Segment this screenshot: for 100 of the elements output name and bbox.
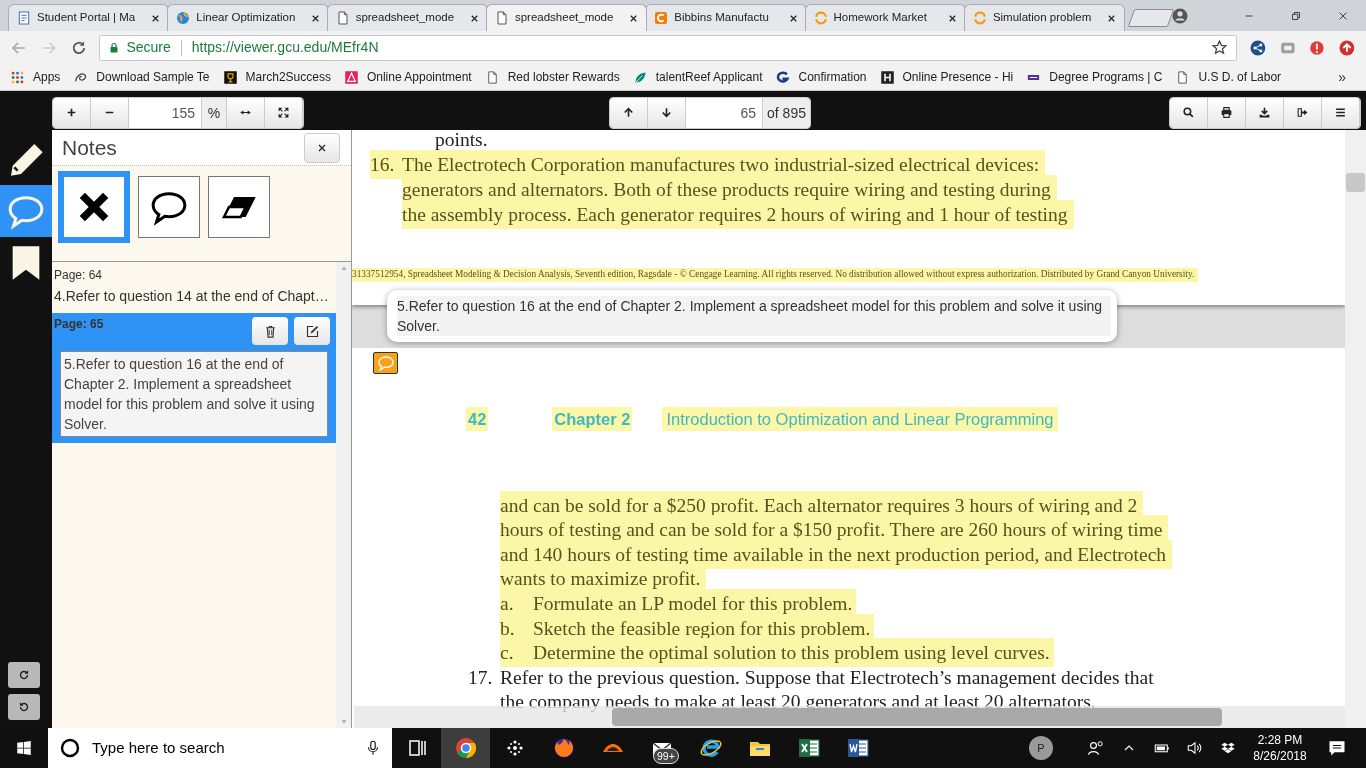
down-arrow-icon [660,106,673,119]
chapter-title: Introduction to Optimization and Linear Programming [662,406,1058,432]
tool-button[interactable] [208,176,270,238]
triangle-icon [343,69,359,85]
clock-time[interactable]: 2:28 PM [1257,732,1303,748]
bookmark-link[interactable]: Online Appointment [366,68,472,86]
scrollbar[interactable] [1345,130,1366,728]
exit-icon [1296,106,1309,119]
spreadsheet-icon [796,736,821,760]
page-count: of 895 [762,97,810,128]
star-icon[interactable] [1210,39,1228,56]
bookmark-link[interactable]: talentReef Applicant [655,68,763,86]
clock-date[interactable]: 8/26/2018 [1253,748,1307,764]
globe-icon [175,10,192,26]
search-icon [1182,106,1195,119]
fullscreen-icon [277,106,290,119]
tab-title: Bibbins Manufactu [674,10,769,26]
undo-button[interactable] [8,694,40,720]
tool-button[interactable] [138,176,200,238]
trophy-icon [222,69,238,85]
plus-icon [65,106,78,119]
tool-button[interactable] [58,171,130,243]
edit-button[interactable] [294,317,330,345]
user-avatar[interactable]: P [1029,736,1053,760]
volume-icon[interactable] [1185,739,1204,757]
bookmark-link[interactable]: Apps [33,68,61,86]
c-logo-icon [653,10,670,26]
tab-title: Simulation problem [992,10,1092,26]
delete-button[interactable] [252,317,288,345]
note-item[interactable]: Page: 65 5.Refer to question 16 at the end of Chapter 2. Implement a spreadsheet model for this problem and solve it using Solver. [52,313,336,443]
tab-title: spreadsheet_mode [514,10,614,26]
browser-tab[interactable]: spreadsheet_mode [326,4,488,31]
undo-icon [17,700,31,714]
comment-marker[interactable] [373,352,398,374]
address-field[interactable]: Secure https://viewer.gcu.edu/MEfr4N [99,34,1237,61]
tab-title: spreadsheet_mode [355,10,455,26]
text-line: the company needs to make at least 20 generators and at least 20 alternators. [500,690,1097,715]
page-field[interactable]: 65 [686,97,762,128]
document-icon [845,736,870,760]
browser-tab[interactable]: Bibbins Manufactu [645,4,807,31]
bookmark-link[interactable]: March2Success [245,68,331,86]
text-line: Refer to the previous question. Suppose that Electrotech’s management decides that [500,665,1155,690]
search-circle-icon [58,736,82,760]
fullscreen-button[interactable] [265,97,303,128]
menu-button[interactable] [1322,97,1360,128]
taskbar-app[interactable]: 99+ [637,728,686,768]
zoom-unit: % [201,97,227,128]
print-button[interactable] [1208,97,1246,128]
bookmark-link[interactable]: Confirmation [798,68,867,86]
redo-button[interactable] [8,662,40,688]
profile-icon[interactable] [1171,6,1189,25]
notification-icon[interactable] [1327,738,1347,758]
download-button[interactable] [1246,97,1284,128]
browser-tab[interactable]: Homework Market [804,4,966,31]
tab-title: Student Portal | Ma [37,10,136,26]
dropbox-icon[interactable] [1219,740,1236,756]
arcs-icon [971,10,988,26]
page-label: Page: 65 [54,316,104,333]
browser-tab[interactable]: Student Portal | Ma [8,4,170,31]
up-arrow-icon [622,106,635,119]
chrome-icon [453,736,478,760]
text-line: points. [435,130,489,152]
bookmark-link[interactable]: Download Sample Te [96,68,210,86]
search-button[interactable] [1170,97,1208,128]
secure-label: Secure [126,38,171,57]
browser-tab[interactable]: Linear Optimization [167,4,329,31]
bookmark-link[interactable]: Red lobster Rewards [507,68,620,86]
close-button[interactable] [304,132,340,163]
bookmark-link[interactable]: Online Presence - Hi [902,68,1014,86]
browser-tab[interactable]: spreadsheet_mode [485,4,648,31]
down-button[interactable] [648,97,686,128]
new-tab-button[interactable] [1127,9,1175,27]
page-label: Page: 64 [54,267,103,284]
chapter-label: Chapter 2 [552,406,633,432]
question-number: 16. [370,149,402,180]
url-text: https://viewer.gcu.edu/MEfr4N [191,38,380,57]
lock-icon [108,41,121,54]
taskbar-app[interactable] [441,728,490,768]
upload-icon[interactable] [1338,38,1356,57]
up-button[interactable] [610,97,648,128]
note-item[interactable]: Page: 64 4.Refer to question 14 at the end of Chapt… [52,264,336,313]
bookmark-link[interactable]: U.S D. of Labor [1198,68,1282,86]
redo-icon [17,668,31,682]
share-icon[interactable] [1248,38,1267,57]
exit-button[interactable] [1284,97,1322,128]
footer-text: 31337512954, Spreadsheet Modeling & Decision Analysis, Seventh edition, Ragsdale - © Cengage Learning. All rights reserved. No distribution allowed without express authorization. Distributed by Grand Canyon University. [352,268,1199,282]
bookmark-link[interactable]: Degree Programs | C [1049,68,1163,86]
speech-bubble-icon [375,354,396,372]
people-icon[interactable] [1085,738,1106,758]
edit-icon [304,323,320,339]
note-text: 5.Refer to question 16 at the end of Chapter 2. Implement a spreadsheet model for this problem and solve it using Solver. [60,351,328,437]
tooltip-text: 5.Refer to question 16 at the end of Chapter 2. Implement a spreadsheet model for this problem and solve it using Solver. [397,296,1111,336]
search-field[interactable]: Type here to search [48,728,392,768]
more-bookmarks-button[interactable]: » [1338,66,1346,88]
zoom-field[interactable]: 155 [129,97,201,128]
browser-tab[interactable]: Simulation problem [963,4,1126,31]
menu-icon [1334,106,1347,119]
search-placeholder: Type here to search [92,737,226,758]
scrollbar-thumb[interactable] [1346,173,1365,192]
page-icon [16,10,32,26]
